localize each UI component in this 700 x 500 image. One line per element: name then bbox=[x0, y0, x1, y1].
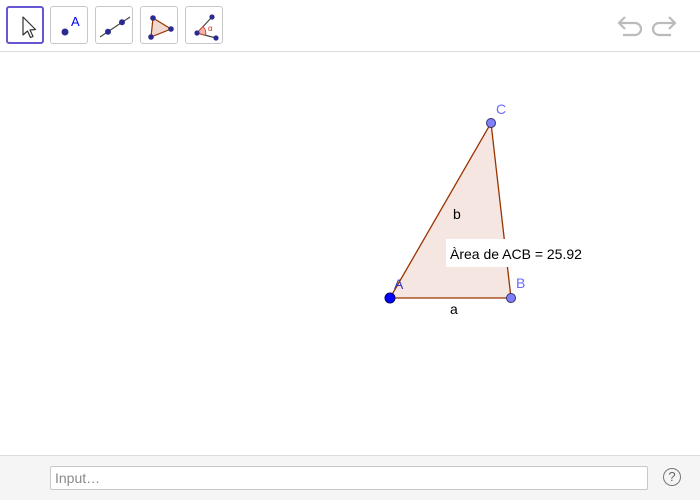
angle-tool-button[interactable]: α bbox=[185, 6, 223, 44]
line-icon bbox=[99, 16, 131, 38]
polygon-tool-button[interactable] bbox=[140, 6, 178, 44]
point-c[interactable] bbox=[486, 118, 496, 128]
redo-button[interactable] bbox=[650, 14, 680, 40]
help-button[interactable]: ? bbox=[663, 468, 681, 486]
line-tool-button[interactable] bbox=[95, 6, 133, 44]
point-a[interactable] bbox=[384, 292, 396, 304]
point-icon: A bbox=[61, 14, 80, 36]
undo-button[interactable] bbox=[614, 14, 644, 40]
point-b[interactable] bbox=[506, 293, 516, 303]
segment-label-a: a bbox=[450, 301, 458, 317]
move-tool-button[interactable] bbox=[6, 6, 44, 44]
area-text[interactable]: Àrea de ACB = 25.92 bbox=[450, 246, 582, 262]
input-field[interactable] bbox=[50, 466, 648, 490]
arrow-cursor-icon bbox=[22, 16, 37, 39]
point-label-c: C bbox=[496, 101, 506, 117]
redo-icon bbox=[651, 16, 677, 37]
point-tool-label: A bbox=[71, 14, 80, 29]
segment-label-b: b bbox=[453, 206, 461, 222]
point-label-a: A bbox=[394, 276, 404, 292]
undo-icon bbox=[617, 16, 643, 37]
graphics-view[interactable]: Àrea de ACB = 25.92 b a A B C bbox=[0, 53, 700, 455]
angle-tool-label: α bbox=[208, 24, 213, 33]
input-bar: ? bbox=[0, 455, 700, 500]
polygon-icon bbox=[148, 15, 174, 40]
point-label-b: B bbox=[516, 275, 525, 291]
triangle-polygon[interactable] bbox=[388, 120, 512, 299]
point-tool-button[interactable]: A bbox=[50, 6, 88, 44]
angle-icon: α bbox=[194, 14, 219, 41]
toolbar: A α bbox=[0, 0, 700, 52]
